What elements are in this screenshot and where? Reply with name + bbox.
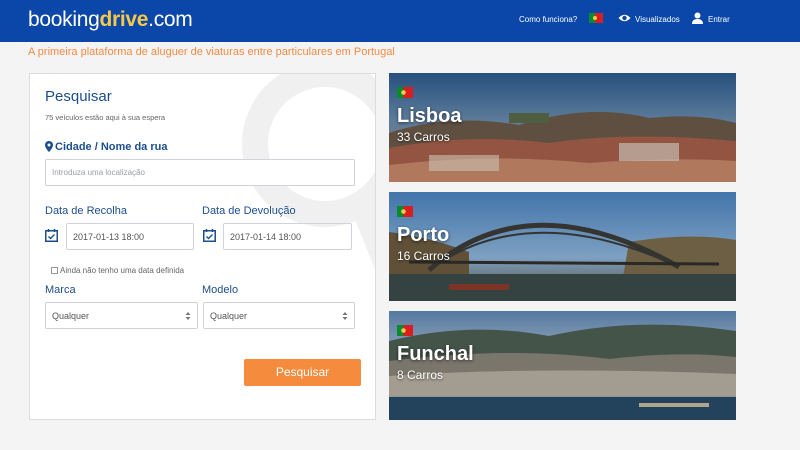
- return-date-label: Data de Devolução: [202, 205, 296, 217]
- return-date-input[interactable]: 2017-01-14 18:00: [223, 223, 352, 250]
- model-select-value: Qualquer: [210, 311, 248, 321]
- select-arrows-icon: [342, 312, 348, 320]
- site-logo[interactable]: bookingdrive.com: [28, 8, 193, 32]
- city-name: Funchal: [397, 343, 474, 365]
- model-label: Modelo: [202, 284, 239, 296]
- map-pin-icon: [45, 141, 53, 152]
- brand-select-value: Qualquer: [52, 311, 90, 321]
- tagline: A primeira plataforma de aluguer de viat…: [28, 46, 395, 58]
- top-nav-bar: bookingdrive.com Como funciona? Visualiz…: [0, 0, 800, 42]
- no-date-label: Ainda não tenho uma data definida: [60, 266, 185, 275]
- location-input[interactable]: [45, 159, 355, 186]
- location-label-text: Cidade / Nome da rua: [55, 141, 168, 153]
- search-watermark-icon: [242, 74, 375, 270]
- pickup-date-input[interactable]: 2017-01-13 18:00: [66, 223, 194, 250]
- model-select[interactable]: Qualquer: [203, 302, 355, 329]
- brand-label: Marca: [45, 284, 76, 296]
- logo-drive-text: drive: [99, 8, 149, 31]
- vehicles-available-text: 75 veículos estão aqui à sua espera: [45, 113, 166, 122]
- search-title: Pesquisar: [45, 88, 112, 105]
- pickup-date-label: Data de Recolha: [45, 205, 127, 217]
- city-name: Lisboa: [397, 105, 462, 127]
- city-name: Porto: [397, 224, 450, 246]
- search-panel: Pesquisar 75 veículos estão aqui à sua e…: [29, 73, 376, 420]
- portugal-flag-icon: [397, 87, 413, 98]
- user-icon[interactable]: [692, 12, 703, 24]
- city-card-porto[interactable]: Porto 16 Carros: [389, 192, 736, 301]
- location-label: Cidade / Nome da rua: [45, 141, 167, 153]
- select-arrows-icon: [185, 312, 191, 320]
- brand-select[interactable]: Qualquer: [45, 302, 198, 329]
- no-date-checkbox[interactable]: [51, 267, 58, 274]
- calendar-icon[interactable]: [45, 229, 58, 242]
- logo-com-text: .com: [148, 8, 193, 31]
- city-card-lisboa[interactable]: Lisboa 33 Carros: [389, 73, 736, 182]
- city-card-funchal[interactable]: Funchal 8 Carros: [389, 311, 736, 420]
- viewed-link[interactable]: Visualizados: [635, 15, 680, 24]
- portugal-flag-icon: [397, 325, 413, 336]
- city-car-count: 8 Carros: [397, 368, 444, 382]
- city-car-count: 16 Carros: [397, 249, 450, 263]
- search-submit-button[interactable]: Pesquisar: [244, 359, 361, 386]
- portugal-flag-icon: [397, 206, 413, 217]
- no-date-checkbox-row[interactable]: Ainda não tenho uma data definida: [51, 266, 184, 275]
- portugal-flag-icon[interactable]: [589, 13, 603, 23]
- eye-icon[interactable]: [618, 13, 631, 23]
- login-link[interactable]: Entrar: [708, 15, 730, 24]
- logo-booking-text: booking: [28, 8, 100, 31]
- city-car-count: 33 Carros: [397, 130, 450, 144]
- calendar-icon[interactable]: [203, 229, 216, 242]
- how-it-works-link[interactable]: Como funciona?: [519, 15, 577, 24]
